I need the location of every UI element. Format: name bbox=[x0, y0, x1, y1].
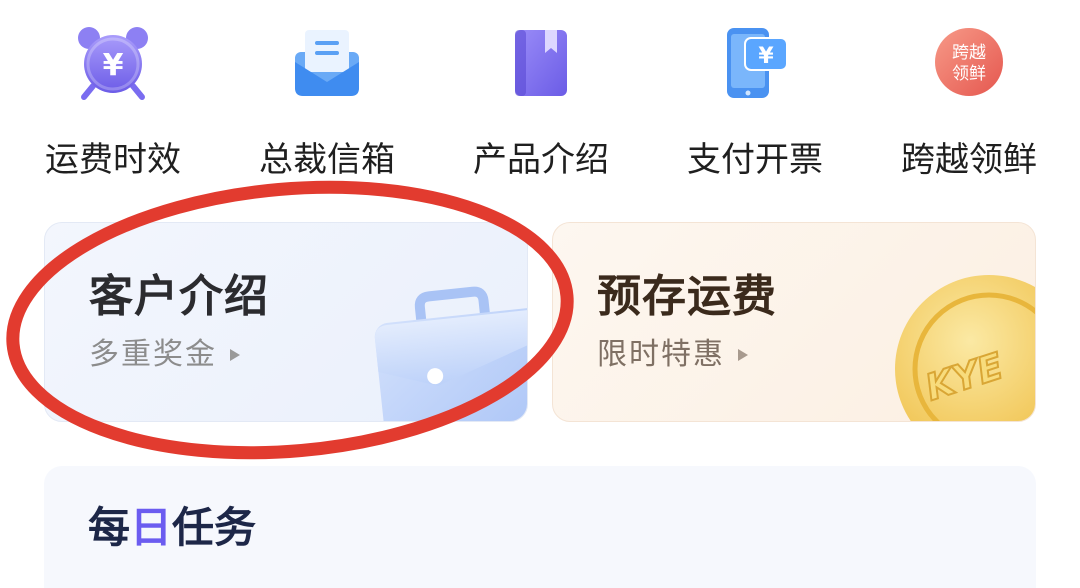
menu-label: 支付开票 bbox=[687, 140, 823, 180]
alarm-clock-yen-icon: ¥ bbox=[73, 22, 153, 102]
daily-tasks-title-before: 每 bbox=[88, 503, 131, 552]
envelope-icon bbox=[287, 22, 367, 102]
prepay-card-title: 预存运费 bbox=[597, 271, 777, 322]
book-icon bbox=[501, 22, 581, 102]
referral-card-subtitle-text: 多重奖金 bbox=[89, 337, 217, 372]
menu-label: 运费时效 bbox=[45, 140, 181, 180]
daily-tasks-title: 每日任务 bbox=[88, 502, 256, 554]
menu-item-shipping-time[interactable]: ¥ 运费时效 bbox=[6, 0, 220, 200]
daily-tasks-card: 每日任务 bbox=[44, 466, 1036, 588]
play-right-icon bbox=[738, 349, 748, 361]
menu-label: 总裁信箱 bbox=[259, 140, 395, 180]
referral-card-title: 客户介绍 bbox=[89, 271, 269, 322]
menu-item-ceo-mailbox[interactable]: 总裁信箱 bbox=[220, 0, 434, 200]
referral-card-subtitle: 多重奖金 bbox=[89, 335, 241, 375]
svg-text:¥: ¥ bbox=[758, 44, 774, 69]
daily-tasks-title-after: 任务 bbox=[172, 503, 257, 552]
menu-item-payment-invoice[interactable]: ¥ 支付开票 bbox=[648, 0, 862, 200]
prepay-card[interactable]: KYE 预存运费 限时特惠 bbox=[552, 222, 1036, 422]
menu-label: 跨越领鲜 bbox=[901, 140, 1037, 180]
phone-yen-icon: ¥ bbox=[715, 22, 795, 102]
daily-tasks-title-highlight: 日 bbox=[130, 503, 173, 552]
menu-label: 产品介绍 bbox=[473, 140, 609, 180]
kuayue-fresh-logo-icon: 跨越 领鲜 bbox=[929, 22, 1009, 102]
svg-text:领鲜: 领鲜 bbox=[952, 64, 986, 84]
menu-item-kuayue-fresh[interactable]: 跨越 领鲜 跨越领鲜 bbox=[862, 0, 1076, 200]
svg-text:¥: ¥ bbox=[103, 48, 124, 83]
play-right-icon bbox=[230, 349, 240, 361]
svg-text:跨越: 跨越 bbox=[952, 43, 986, 63]
prepay-card-subtitle-text: 限时特惠 bbox=[597, 337, 725, 372]
prepay-card-subtitle: 限时特惠 bbox=[597, 335, 749, 375]
referral-card[interactable]: 客户介绍 多重奖金 bbox=[44, 222, 528, 422]
menu-item-product-intro[interactable]: 产品介绍 bbox=[434, 0, 648, 200]
